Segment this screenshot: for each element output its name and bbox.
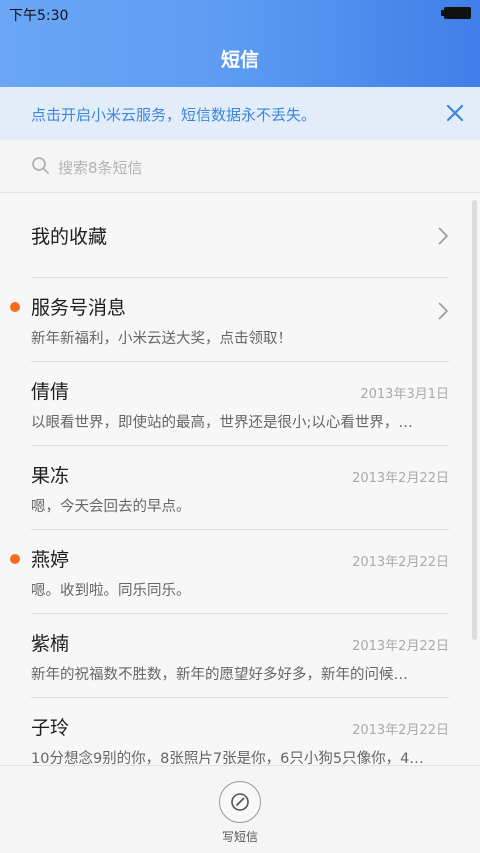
close-icon[interactable] [444,102,466,124]
message-preview: 10分想念9别的你，8张照片7张是你，6只小狗5只像你，4… [31,751,424,765]
message-preview: 嗯，今天会回去的早点。 [31,499,191,515]
message-date: 2013年2月22日 [352,723,449,738]
conversation-list: 我的收藏 服务号消息 新年新福利，小米云送大奖，点击领取！ 倩倩 以眼看世界，即使站的最… [0,194,480,765]
battery-icon [441,7,471,19]
contact-name: 紫楠 [31,633,70,655]
unread-dot [10,554,20,564]
search-input[interactable]: 搜索8条短信 [58,157,143,178]
compose-icon [231,793,249,811]
message-preview: 新年的祝福数不胜数，新年的愿望好多好多，新年的问候… [31,667,408,683]
message-date: 2013年2月22日 [352,471,449,486]
page-title: 短信 [220,49,259,71]
unread-dot [10,302,20,312]
contact-name: 我的收藏 [31,226,108,248]
contact-name: 子玲 [31,717,70,739]
search-bar[interactable]: 搜索8条短信 [0,140,480,193]
message-preview: 以眼看世界，即使站的最高，世界还是很小;以心看世界，… [31,415,413,431]
search-icon [32,157,49,174]
cloud-notice-banner[interactable]: 点击开启小米云服务，短信数据永不丢失。 [0,87,480,140]
notice-text[interactable]: 点击开启小米云服务，短信数据永不丢失。 [31,104,316,125]
contact-name: 倩倩 [31,381,70,403]
message-preview: 新年新福利，小米云送大奖，点击领取！ [31,331,292,347]
contact-name: 果冻 [31,465,70,487]
conversation-row[interactable]: 果冻嗯，今天会回去的早点。 2013年2月22日 [0,446,480,530]
conversation-row[interactable]: 服务号消息新年新福利，小米云送大奖，点击领取！ [0,278,480,362]
message-date: 2013年2月22日 [352,639,449,654]
contact-name: 服务号消息 [31,297,127,319]
status-bar: 下午5:30 [0,0,480,26]
compose-button[interactable] [219,781,261,823]
conversation-row[interactable]: 紫楠新年的祝福数不胜数，新年的愿望好多好多，新年的问候… 2013年2月22日 [0,614,480,698]
scrollbar[interactable] [472,200,477,640]
favorites-row[interactable]: 我的收藏 [0,194,480,278]
conversation-row[interactable]: 倩倩以眼看世界，即使站的最高，世界还是很小;以心看世界，… 2013年3月1日 [0,362,480,446]
chevron-right-icon [438,302,448,320]
status-time: 下午5:30 [9,8,69,24]
message-date: 2013年3月1日 [360,387,449,402]
message-preview: 嗯。收到啦。同乐同乐。 [31,583,191,599]
contact-name: 燕婷 [31,549,70,571]
chevron-right-icon [438,227,448,245]
app-header: 下午5:30 短信 [0,0,480,87]
conversation-row[interactable]: 子玲 10分想念9别的你，8张照片7张是你，6只小狗5只像你，4… 2013年2月2… [0,698,480,765]
message-date: 2013年2月22日 [352,555,449,570]
compose-label: 写短信 [221,830,258,844]
bottom-toolbar: 写短信 [0,765,480,853]
conversation-row[interactable]: 燕婷嗯。收到啦。同乐同乐。 2013年2月22日 [0,530,480,614]
